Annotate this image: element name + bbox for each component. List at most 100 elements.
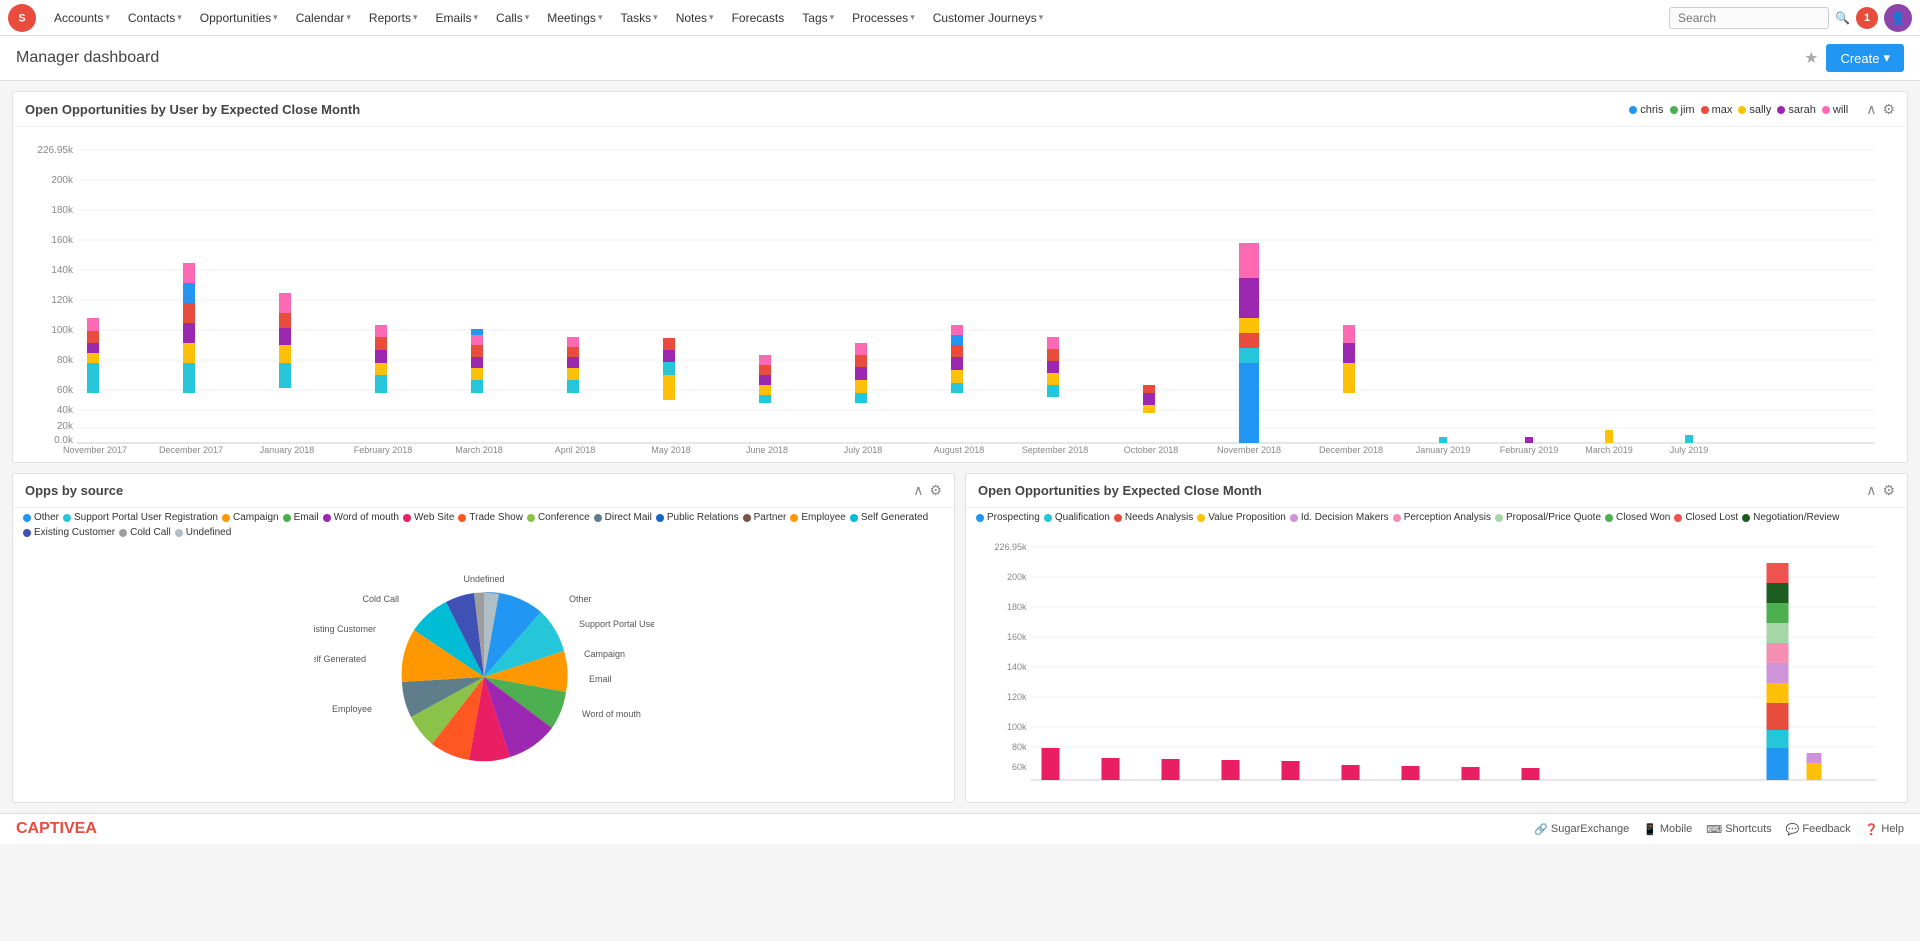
chevron-down-icon: ▾ (346, 12, 351, 23)
notification-badge[interactable]: 1 (1856, 7, 1878, 29)
legend-partner: Partner (743, 512, 787, 523)
nav-meetings[interactable]: Meetings ▾ (539, 0, 610, 36)
nav-reports[interactable]: Reports ▾ (361, 0, 426, 36)
chevron-down-icon: ▾ (525, 12, 530, 23)
svg-text:100k: 100k (51, 325, 74, 336)
nav-calls[interactable]: Calls ▾ (488, 0, 537, 36)
svg-text:60k: 60k (1012, 762, 1027, 772)
svg-text:Self Generated: Self Generated (314, 654, 366, 664)
nav-forecasts[interactable]: Forecasts (724, 0, 793, 36)
nav-calendar[interactable]: Calendar ▾ (288, 0, 359, 36)
footer-help[interactable]: ❓ Help (1865, 823, 1904, 836)
avatar[interactable]: 👤 (1884, 4, 1912, 32)
svg-text:March 2018: March 2018 (455, 445, 503, 455)
svg-text:July 2019: July 2019 (1670, 445, 1709, 455)
subheader: Manager dashboard ★ Create ▾ (0, 36, 1920, 81)
top-chart-title: Open Opportunities by User by Expected C… (25, 102, 360, 117)
sugarexchange-icon: 🔗 (1534, 823, 1548, 836)
svg-text:160k: 160k (51, 235, 74, 246)
right-bar-chart: 226.95k 200k 180k 160k 140k 120k 100k 80… (978, 535, 1895, 795)
nav-customer-journeys[interactable]: Customer Journeys ▾ (925, 0, 1052, 36)
chevron-down-icon: ▾ (413, 12, 418, 23)
nav-notes[interactable]: Notes ▾ (668, 0, 722, 36)
svg-text:December 2017: December 2017 (159, 445, 223, 455)
legend-dot (1822, 106, 1830, 114)
nav-opportunities[interactable]: Opportunities ▾ (192, 0, 286, 36)
svg-text:120k: 120k (1007, 692, 1027, 702)
svg-text:January 2018: January 2018 (260, 445, 315, 455)
footer-sugarexchange[interactable]: 🔗 SugarExchange (1534, 823, 1629, 836)
collapse-button[interactable]: ∧ (1866, 101, 1876, 118)
svg-text:Undefined: Undefined (463, 574, 504, 584)
svg-text:226.95k: 226.95k (37, 145, 74, 156)
legend-dot (1629, 106, 1637, 114)
top-chart-panel: Open Opportunities by User by Expected C… (12, 91, 1908, 463)
favorite-icon[interactable]: ★ (1804, 48, 1818, 68)
svg-text:Campaign: Campaign (584, 649, 625, 659)
settings-icon[interactable]: ⚙ (1882, 101, 1895, 118)
legend-conference: Conference (527, 512, 590, 523)
footer-logo: CAPTIVEA (16, 820, 97, 838)
legend-directmail: Direct Mail (594, 512, 652, 523)
nav-accounts[interactable]: Accounts ▾ (46, 0, 118, 36)
search-icon[interactable]: 🔍 (1835, 11, 1850, 25)
collapse-button[interactable]: ∧ (913, 482, 923, 499)
footer-feedback[interactable]: 💬 Feedback (1786, 823, 1851, 836)
legend-support: Support Portal User Registration (63, 512, 218, 523)
footer-links: 🔗 SugarExchange 📱 Mobile ⌨ Shortcuts 💬 F… (1534, 823, 1904, 836)
mobile-icon: 📱 (1643, 823, 1657, 836)
legend-item: sally (1738, 104, 1771, 116)
svg-text:June 2018: June 2018 (746, 445, 788, 455)
top-bar-chart: 226.95k 200k 180k 160k 140k 120k 100k 80… (25, 135, 1895, 455)
svg-text:160k: 160k (1007, 632, 1027, 642)
svg-text:Email: Email (589, 674, 612, 684)
legend-proposal: Proposal/Price Quote (1495, 512, 1601, 523)
nav-contacts[interactable]: Contacts ▾ (120, 0, 190, 36)
svg-text:60k: 60k (57, 385, 74, 396)
legend-dot (1777, 106, 1785, 114)
app-logo: S (8, 4, 36, 32)
svg-text:200k: 200k (51, 175, 74, 186)
svg-text:140k: 140k (1007, 662, 1027, 672)
svg-text:Cold Call: Cold Call (362, 594, 399, 604)
chevron-down-icon: ▾ (1883, 50, 1890, 66)
legend-item: sarah (1777, 104, 1816, 116)
legend-closed-lost: Closed Lost (1674, 512, 1738, 523)
settings-icon[interactable]: ⚙ (1882, 482, 1895, 499)
search-input[interactable] (1669, 7, 1829, 29)
settings-icon[interactable]: ⚙ (929, 482, 942, 499)
nav-tasks[interactable]: Tasks ▾ (612, 0, 665, 36)
svg-text:Employee: Employee (331, 704, 371, 714)
legend-negotiation: Negotiation/Review (1742, 512, 1839, 523)
nav-emails[interactable]: Emails ▾ (427, 0, 486, 36)
bottom-row: Opps by source ∧ ⚙ Other Support Portal … (12, 473, 1908, 803)
svg-text:Word of mouth: Word of mouth (582, 709, 641, 719)
legend-perception: Perception Analysis (1393, 512, 1491, 523)
svg-text:180k: 180k (51, 205, 74, 216)
bottom-right-header: Open Opportunities by Expected Close Mon… (966, 474, 1907, 508)
svg-text:100k: 100k (1007, 722, 1027, 732)
footer-mobile[interactable]: 📱 Mobile (1643, 823, 1692, 836)
chevron-down-icon: ▾ (653, 12, 658, 23)
nav-tags[interactable]: Tags ▾ (794, 0, 842, 36)
chevron-down-icon: ▾ (830, 12, 835, 23)
legend-pr: Public Relations (656, 512, 739, 523)
top-navigation: S Accounts ▾ Contacts ▾ Opportunities ▾ … (0, 0, 1920, 36)
create-button[interactable]: Create ▾ (1826, 44, 1904, 72)
chevron-down-icon: ▾ (709, 12, 714, 23)
chevron-down-icon: ▾ (273, 12, 278, 23)
help-icon: ❓ (1865, 823, 1879, 836)
legend-decision-makers: Id. Decision Makers (1290, 512, 1389, 523)
collapse-button[interactable]: ∧ (1866, 482, 1876, 499)
nav-processes[interactable]: Processes ▾ (844, 0, 923, 36)
top-chart-area: 226.95k 200k 180k 160k 140k 120k 100k 80… (13, 127, 1907, 462)
search-area: 🔍 1 👤 (1669, 4, 1912, 32)
footer-shortcuts[interactable]: ⌨ Shortcuts (1706, 823, 1771, 836)
svg-text:November 2018: November 2018 (1217, 445, 1281, 455)
pie-chart-container: Undefined Cold Call Existing Customer Se… (13, 542, 954, 802)
svg-text:November 2017: November 2017 (63, 445, 127, 455)
legend-needs-analysis: Needs Analysis (1114, 512, 1193, 523)
svg-text:July 2018: July 2018 (844, 445, 883, 455)
svg-text:20k: 20k (57, 421, 74, 432)
legend-item: jim (1670, 104, 1695, 116)
